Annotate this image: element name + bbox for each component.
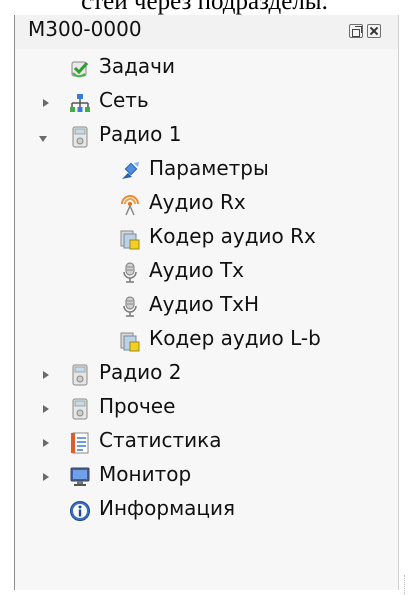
tree-item-label: Аудио Tx xyxy=(149,258,244,282)
expand-arrow-icon[interactable] xyxy=(41,404,51,414)
audio-encoder-icon xyxy=(119,330,141,352)
info-icon xyxy=(69,500,91,522)
expand-arrow-icon[interactable] xyxy=(41,472,51,482)
tree-item-statistics[interactable]: Статистика xyxy=(15,426,398,460)
close-icon[interactable] xyxy=(367,24,381,38)
tree-item-label: Монитор xyxy=(99,462,192,486)
microphone-icon xyxy=(119,262,141,284)
tree-item-label: Кодер аудио Rx xyxy=(149,224,316,248)
tree-item-audio-rx[interactable]: Аудио Rx xyxy=(15,188,398,222)
parameters-icon xyxy=(119,160,141,182)
float-window-icon[interactable] xyxy=(349,24,363,38)
radio-device-icon xyxy=(69,398,91,420)
tree-item-label: Аудио TxH xyxy=(149,292,260,316)
expand-arrow-icon[interactable] xyxy=(41,98,51,108)
tree-item-label: Задачи xyxy=(99,54,175,78)
tree-item-audio-txh[interactable]: Аудио TxH xyxy=(15,290,398,324)
tree-item-label: Кодер аудио L-b xyxy=(149,326,321,350)
panel-header: M300-0000 xyxy=(15,15,398,49)
tasks-icon xyxy=(69,58,91,80)
tree-item-label: Параметры xyxy=(149,156,269,180)
tree-item-audio-encoder-rx[interactable]: Кодер аудио Rx xyxy=(15,222,398,256)
tree-item-label: Радио 1 xyxy=(99,122,182,146)
tree-item-label: Информация xyxy=(99,496,236,520)
tree-item-label: Статистика xyxy=(99,428,222,452)
monitor-icon xyxy=(69,466,91,488)
tree-item-other[interactable]: Прочее xyxy=(15,392,398,426)
resize-grip[interactable] xyxy=(404,575,407,595)
tree-item-radio-2[interactable]: Радио 2 xyxy=(15,358,398,392)
network-icon xyxy=(69,92,91,114)
tree-item-label: Радио 2 xyxy=(99,360,182,384)
expand-arrow-icon[interactable] xyxy=(41,370,51,380)
audio-encoder-icon xyxy=(119,228,141,250)
tree-item-audio-tx[interactable]: Аудио Tx xyxy=(15,256,398,290)
tree-item-label: Сеть xyxy=(99,88,149,112)
tree-item-parameters[interactable]: Параметры xyxy=(15,154,398,188)
microphone-icon xyxy=(119,296,141,318)
collapse-arrow-icon[interactable] xyxy=(39,133,49,143)
tree-item-label: Прочее xyxy=(99,394,176,418)
tree-item-information[interactable]: Информация xyxy=(15,494,398,528)
document-text: стей через подразделы. xyxy=(81,0,328,15)
tree-item-tasks[interactable]: Задачи xyxy=(15,52,398,86)
audio-rx-icon xyxy=(119,194,141,216)
radio-device-icon xyxy=(69,364,91,386)
expand-arrow-icon[interactable] xyxy=(41,438,51,448)
tree-item-label: Аудио Rx xyxy=(149,190,246,214)
tree-item-monitor[interactable]: Монитор xyxy=(15,460,398,494)
tree-item-audio-encoder-lb[interactable]: Кодер аудио L-b xyxy=(15,324,398,358)
device-tree-panel: M300-0000 Задачи Сеть Радио 1 Параметры … xyxy=(14,15,405,595)
tree-item-network[interactable]: Сеть xyxy=(15,86,398,120)
tree-item-radio-1[interactable]: Радио 1 xyxy=(15,120,398,154)
statistics-icon xyxy=(69,432,91,454)
radio-device-icon xyxy=(69,126,91,148)
panel-title: M300-0000 xyxy=(28,17,142,41)
